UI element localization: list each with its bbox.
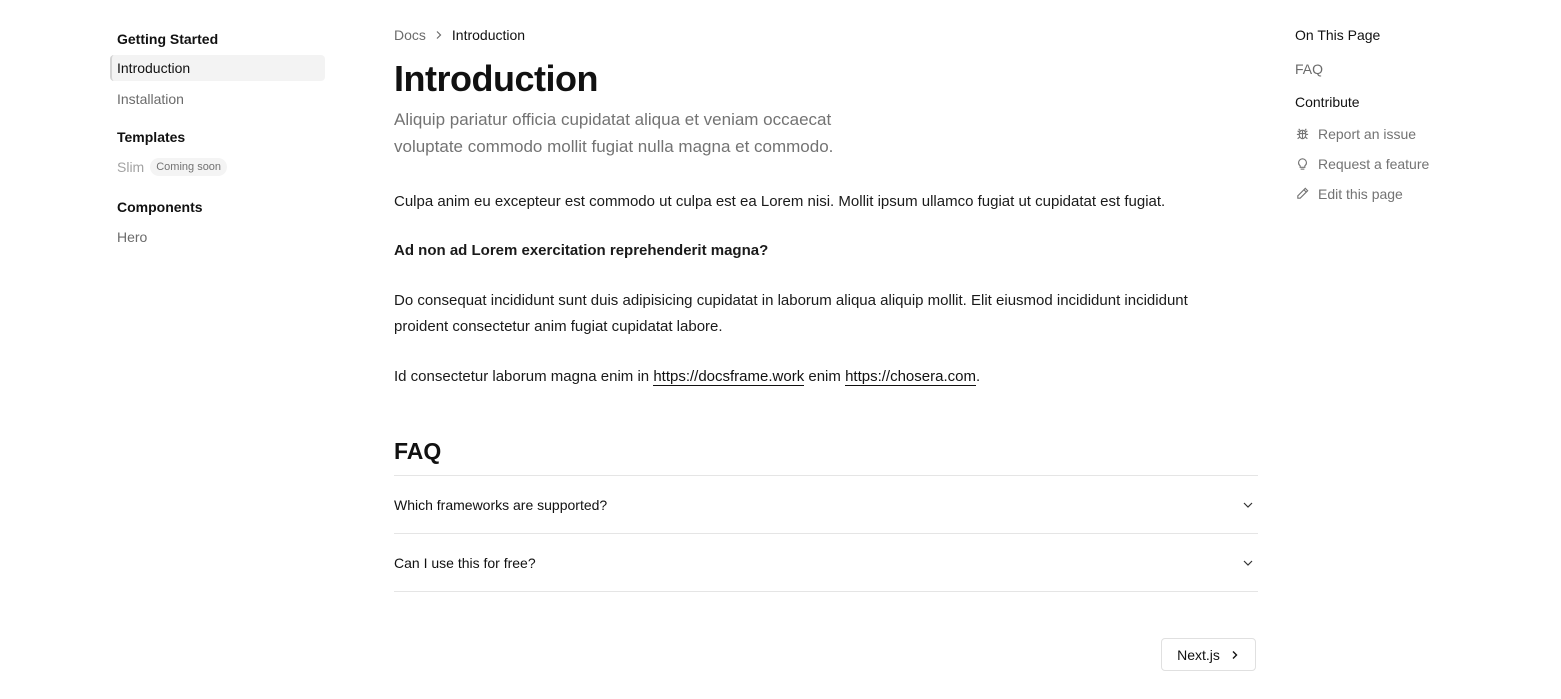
paragraph-3-text: Id consectetur laborum magna enim in bbox=[394, 368, 654, 385]
chevron-down-icon bbox=[1243, 502, 1253, 508]
faq-question: Can I use this for free? bbox=[394, 554, 536, 571]
edit-page-label: Edit this page bbox=[1318, 185, 1403, 202]
faq-heading: FAQ bbox=[394, 438, 442, 464]
sidebar-section-components: Components bbox=[117, 199, 203, 215]
chevron-right-icon bbox=[434, 30, 444, 40]
sidebar-item-label: Slim bbox=[117, 159, 145, 175]
faq-accordion: Which frameworks are supported? Can I us… bbox=[394, 475, 1258, 592]
paragraph-3: Id consectetur laborum magna enim in htt… bbox=[394, 364, 980, 390]
sidebar-section-getting-started: Getting Started bbox=[117, 31, 219, 47]
report-issue-link[interactable]: Report an issue bbox=[1295, 124, 1515, 143]
paragraph-2: Do consequat incididunt sunt duis adipis… bbox=[394, 292, 1188, 335]
page-lead: Aliquip pariatur officia cupidatat aliqu… bbox=[394, 110, 834, 156]
page-title: Introduction bbox=[394, 58, 598, 99]
chosera-link[interactable]: https://chosera.com bbox=[845, 368, 976, 386]
report-issue-label: Report an issue bbox=[1318, 125, 1417, 142]
faq-question: Which frameworks are supported? bbox=[394, 496, 608, 513]
breadcrumb-docs-link[interactable]: Docs bbox=[394, 27, 426, 43]
lightbulb-icon bbox=[1295, 156, 1310, 171]
sidebar-item-installation[interactable]: Installation bbox=[110, 86, 325, 112]
sidebar: Getting Started Introduction Installatio… bbox=[110, 28, 325, 250]
sidebar-item-slim: Slim Coming soon bbox=[110, 154, 325, 180]
chevron-right-icon bbox=[1232, 650, 1238, 659]
faq-item[interactable]: Which frameworks are supported? bbox=[394, 476, 1258, 534]
contribute-title: Contribute bbox=[1295, 94, 1360, 110]
request-feature-link[interactable]: Request a feature bbox=[1295, 154, 1515, 173]
faq-item[interactable]: Can I use this for free? bbox=[394, 534, 1258, 592]
docsframe-link[interactable]: https://docsframe.work bbox=[653, 368, 805, 386]
chevron-down-icon bbox=[1243, 560, 1253, 566]
sidebar-section-templates: Templates bbox=[117, 129, 186, 145]
paragraph-3-text: enim bbox=[804, 368, 846, 385]
breadcrumb: Docs Introduction bbox=[394, 27, 525, 43]
next-page-button[interactable]: Next.js bbox=[1161, 638, 1256, 671]
toc-title: On This Page bbox=[1295, 27, 1381, 43]
paragraph-1: Culpa anim eu excepteur est commodo ut c… bbox=[394, 193, 1166, 210]
pencil-icon bbox=[1295, 186, 1310, 201]
next-page-label: Next.js bbox=[1177, 646, 1220, 663]
coming-soon-badge: Coming soon bbox=[150, 158, 228, 176]
edit-page-link[interactable]: Edit this page bbox=[1295, 184, 1515, 203]
contribute-actions: Report an issue Request a feature Edit t… bbox=[1295, 124, 1515, 203]
sidebar-item-hero[interactable]: Hero bbox=[110, 224, 325, 250]
paragraph-3-text: . bbox=[975, 368, 981, 385]
bug-icon bbox=[1295, 126, 1310, 141]
sidebar-item-introduction[interactable]: Introduction bbox=[110, 55, 325, 81]
toc-link-faq[interactable]: FAQ bbox=[1295, 61, 1515, 77]
table-of-contents: On This Page FAQ Contribute Report an is… bbox=[1295, 27, 1515, 203]
request-feature-label: Request a feature bbox=[1318, 155, 1430, 172]
breadcrumb-current: Introduction bbox=[451, 27, 526, 43]
section-heading: Ad non ad Lorem exercitation reprehender… bbox=[394, 242, 769, 259]
